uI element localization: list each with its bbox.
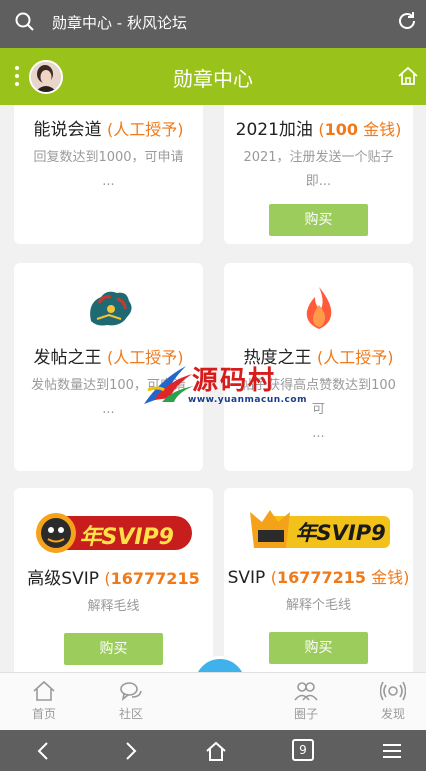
medal-desc-more: ... [312,426,325,441]
medal-desc: 回复数达到1000，可申请 [33,150,184,165]
tab-label: 发现 [380,707,405,721]
medal-name: 高级SVIP [27,569,99,589]
medal-name: 能说会道 [33,120,102,140]
medal-title: 2021加油 (100 金钱) [224,115,413,140]
bottom-tab-bar: 首页 社区 圈子 发现 [0,672,426,730]
medal-price: (16777215 [104,569,200,588]
tab-community[interactable]: 社区 [101,679,161,722]
buy-button[interactable]: 购买 [269,632,368,664]
page-title: 勋章中心 [173,67,253,91]
medal-card: 能说会道 (人工授予) 回复数达到1000，可申请 ... [14,105,203,244]
tab-home[interactable]: 首页 [14,679,74,722]
tab-label: 社区 [118,707,143,721]
browser-page-title: 勋章中心 - 秋风论坛 [52,14,187,32]
medal-desc-more: 即... [305,174,332,189]
home-icon[interactable] [204,739,228,763]
medal-desc: 2021，注册发送一个贴子 [243,150,394,165]
medal-name: SVIP [227,568,266,588]
medal-name: 发帖之王 [33,348,102,368]
medal-name: 2021加油 [235,120,313,140]
medal-card: 年SVIP9 SVIP (16777215 金钱) 解释个毛线 购买 [224,488,413,672]
forward-icon[interactable] [118,739,142,763]
tab-label: 圈子 [293,707,318,721]
tab-count-button[interactable]: 9 [292,739,314,761]
svip-badge-icon: 年SVIP9 [244,506,394,554]
watermark-title: 源码村 [192,366,277,396]
medal-desc: 解释毛线 [87,599,140,614]
watermark: 源码村 www.yuanmacun.com [140,360,306,410]
svip-badge-text: 年SVIP9 [79,525,175,550]
flame-badge-icon [306,287,331,329]
medal-title: 能说会道 (人工授予) [14,115,203,140]
dragon-badge-icon [89,291,132,326]
chat-tab-icon [120,682,142,701]
medal-tag: (人工授予) [106,120,184,139]
medal-tag: (人工授予) [316,348,394,367]
medal-card: 年SVIP9 高级SVIP (16777215 解释毛线 购买 [14,488,213,672]
browser-nav-bar: 9 [0,730,426,771]
medal-desc-more: ... [102,174,115,189]
back-icon[interactable] [32,739,56,763]
browser-address-bar[interactable]: 勋章中心 - 秋风论坛 [0,0,426,48]
svip-badge-text: 年SVIP9 [295,521,386,545]
tab-count: 9 [299,743,307,757]
watermark-url: www.yuanmacun.com [188,395,307,405]
menu-icon[interactable] [380,739,404,763]
app-header: 勋章中心 [0,48,426,105]
reload-icon[interactable] [396,10,418,32]
tab-discover[interactable]: 发现 [363,679,423,722]
group-tab-icon [294,682,318,701]
tab-circle[interactable]: 圈子 [276,679,336,722]
medal-card: 2021加油 (100 金钱) 2021，注册发送一个贴子 即... 购买 [224,105,413,244]
search-icon[interactable] [14,11,36,33]
tab-label: 首页 [31,707,56,721]
medal-desc: 解释个毛线 [285,598,351,613]
medal-title: SVIP (16777215 金钱) [224,564,413,588]
home-tab-icon [33,680,55,701]
home-icon[interactable] [396,64,420,88]
medal-price: (16777215 金钱) [270,568,410,587]
broadcast-tab-icon [380,681,406,701]
buy-button[interactable]: 购买 [64,633,163,665]
buy-button[interactable]: 购买 [269,204,368,236]
svip-badge-icon: 年SVIP9 [32,508,196,556]
medal-title: 高级SVIP (16777215 [14,564,213,589]
medal-price: (100 金钱) [318,120,402,139]
